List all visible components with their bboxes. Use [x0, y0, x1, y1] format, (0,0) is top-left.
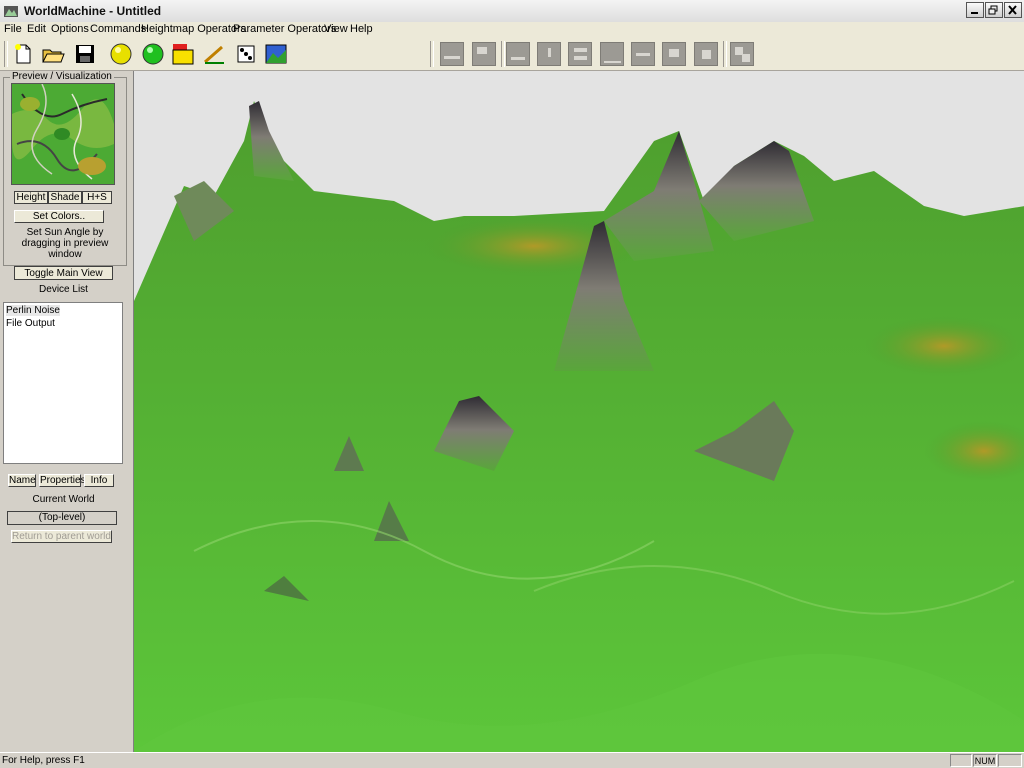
close-button[interactable]: [1004, 2, 1022, 18]
device-list-label: Device List: [39, 284, 88, 295]
render-dice-icon: [237, 45, 255, 63]
menu-options[interactable]: Options: [51, 23, 89, 35]
disabled-tool-brush[interactable]: [631, 42, 655, 66]
save-button[interactable]: [72, 41, 98, 67]
save-disk-icon: [76, 45, 94, 63]
status-pane-caps: [950, 754, 972, 767]
terrain-image-button[interactable]: [263, 41, 289, 67]
menu-help[interactable]: Help: [350, 23, 373, 35]
disabled-tool-gear[interactable]: [694, 42, 718, 66]
pencil-tool-button[interactable]: [201, 41, 227, 67]
close-icon: [1008, 5, 1017, 15]
preview-window[interactable]: [11, 83, 115, 185]
open-file-button[interactable]: [40, 41, 66, 67]
menu-parameter-operators[interactable]: Parameter Operators: [233, 23, 336, 35]
device-name-button[interactable]: Name: [8, 474, 36, 487]
yellow-sphere-icon: [110, 43, 132, 65]
disabled-tool-flat[interactable]: [600, 42, 624, 66]
height-shade-mode-button[interactable]: H+S: [82, 191, 112, 204]
preview-heightmap-image: [12, 84, 114, 184]
minimize-button[interactable]: [966, 2, 984, 18]
toolbar-separator: [501, 41, 505, 67]
layer-block-button[interactable]: [170, 41, 196, 67]
restore-icon: [988, 5, 998, 15]
menu-file[interactable]: File: [4, 23, 22, 35]
status-pane-num: NUM: [973, 754, 997, 767]
window-title: WorldMachine - Untitled: [24, 4, 162, 18]
menu-heightmap-operators[interactable]: Heightmap Operators: [141, 23, 246, 35]
red-yellow-block-icon: [172, 44, 194, 65]
disabled-tool-cloud[interactable]: [662, 42, 686, 66]
preview-label: Preview / Visualization: [10, 71, 114, 82]
preview-group: Preview / Visualization Height Shade H+S…: [3, 71, 127, 266]
minimize-icon: [971, 12, 978, 14]
current-world-label: Current World: [32, 494, 95, 505]
restore-button[interactable]: [985, 2, 1003, 18]
green-sphere-button[interactable]: [140, 41, 166, 67]
current-world-field: (Top-level): [7, 511, 117, 525]
sun-angle-hint-line1: Set Sun Angle by: [26, 227, 104, 238]
disabled-tool-link[interactable]: [730, 42, 754, 66]
green-sphere-icon: [142, 43, 164, 65]
toggle-main-view-button[interactable]: Toggle Main View: [14, 266, 113, 280]
toolbar: [0, 38, 1024, 71]
main-3d-view[interactable]: [133, 71, 1024, 752]
open-folder-icon: [42, 49, 65, 63]
new-file-button[interactable]: [10, 41, 36, 67]
left-panel: Preview / Visualization Height Shade H+S…: [0, 71, 132, 752]
menu-edit[interactable]: Edit: [27, 23, 46, 35]
status-bar: For Help, press F1 NUM: [0, 752, 1024, 768]
terrain-picture-icon: [265, 44, 287, 64]
render-button[interactable]: [233, 41, 259, 67]
pencil-ruler-icon: [204, 45, 224, 64]
disabled-tool-wave[interactable]: [440, 42, 464, 66]
set-colors-button[interactable]: Set Colors..: [14, 210, 104, 223]
disabled-tool-question[interactable]: [537, 42, 561, 66]
toolbar-separator: [430, 41, 434, 67]
toolbar-grip: [4, 41, 8, 67]
device-info-button[interactable]: Info: [84, 474, 114, 487]
menu-view[interactable]: View: [324, 23, 348, 35]
disabled-tool-mountain[interactable]: [506, 42, 530, 66]
menu-bar: File Edit Options Commands Heightmap Ope…: [0, 22, 1024, 39]
status-help-text: For Help, press F1: [2, 755, 85, 766]
terrain-render: [134, 71, 1024, 752]
toolbar-separator: [723, 41, 727, 67]
disabled-tool-layout[interactable]: [568, 42, 592, 66]
new-file-icon: [15, 44, 31, 64]
menu-commands[interactable]: Commands: [90, 23, 146, 35]
app-icon: [4, 6, 18, 17]
sun-angle-hint-line2: dragging in preview: [21, 238, 109, 249]
height-mode-button[interactable]: Height: [14, 191, 48, 204]
device-list-item[interactable]: File Output: [6, 318, 55, 329]
sun-angle-hint-line3: window: [48, 249, 82, 260]
device-list[interactable]: Perlin Noise File Output: [3, 302, 123, 464]
shade-mode-button[interactable]: Shade: [48, 191, 82, 204]
title-bar: WorldMachine - Untitled: [0, 0, 1024, 23]
status-pane-scroll: [998, 754, 1022, 767]
device-list-item[interactable]: Perlin Noise: [6, 305, 60, 316]
disabled-tool-device[interactable]: [472, 42, 496, 66]
yellow-sphere-button[interactable]: [108, 41, 134, 67]
return-to-parent-world-button[interactable]: Return to parent world: [11, 530, 112, 543]
device-properties-button[interactable]: Properties: [39, 474, 86, 487]
